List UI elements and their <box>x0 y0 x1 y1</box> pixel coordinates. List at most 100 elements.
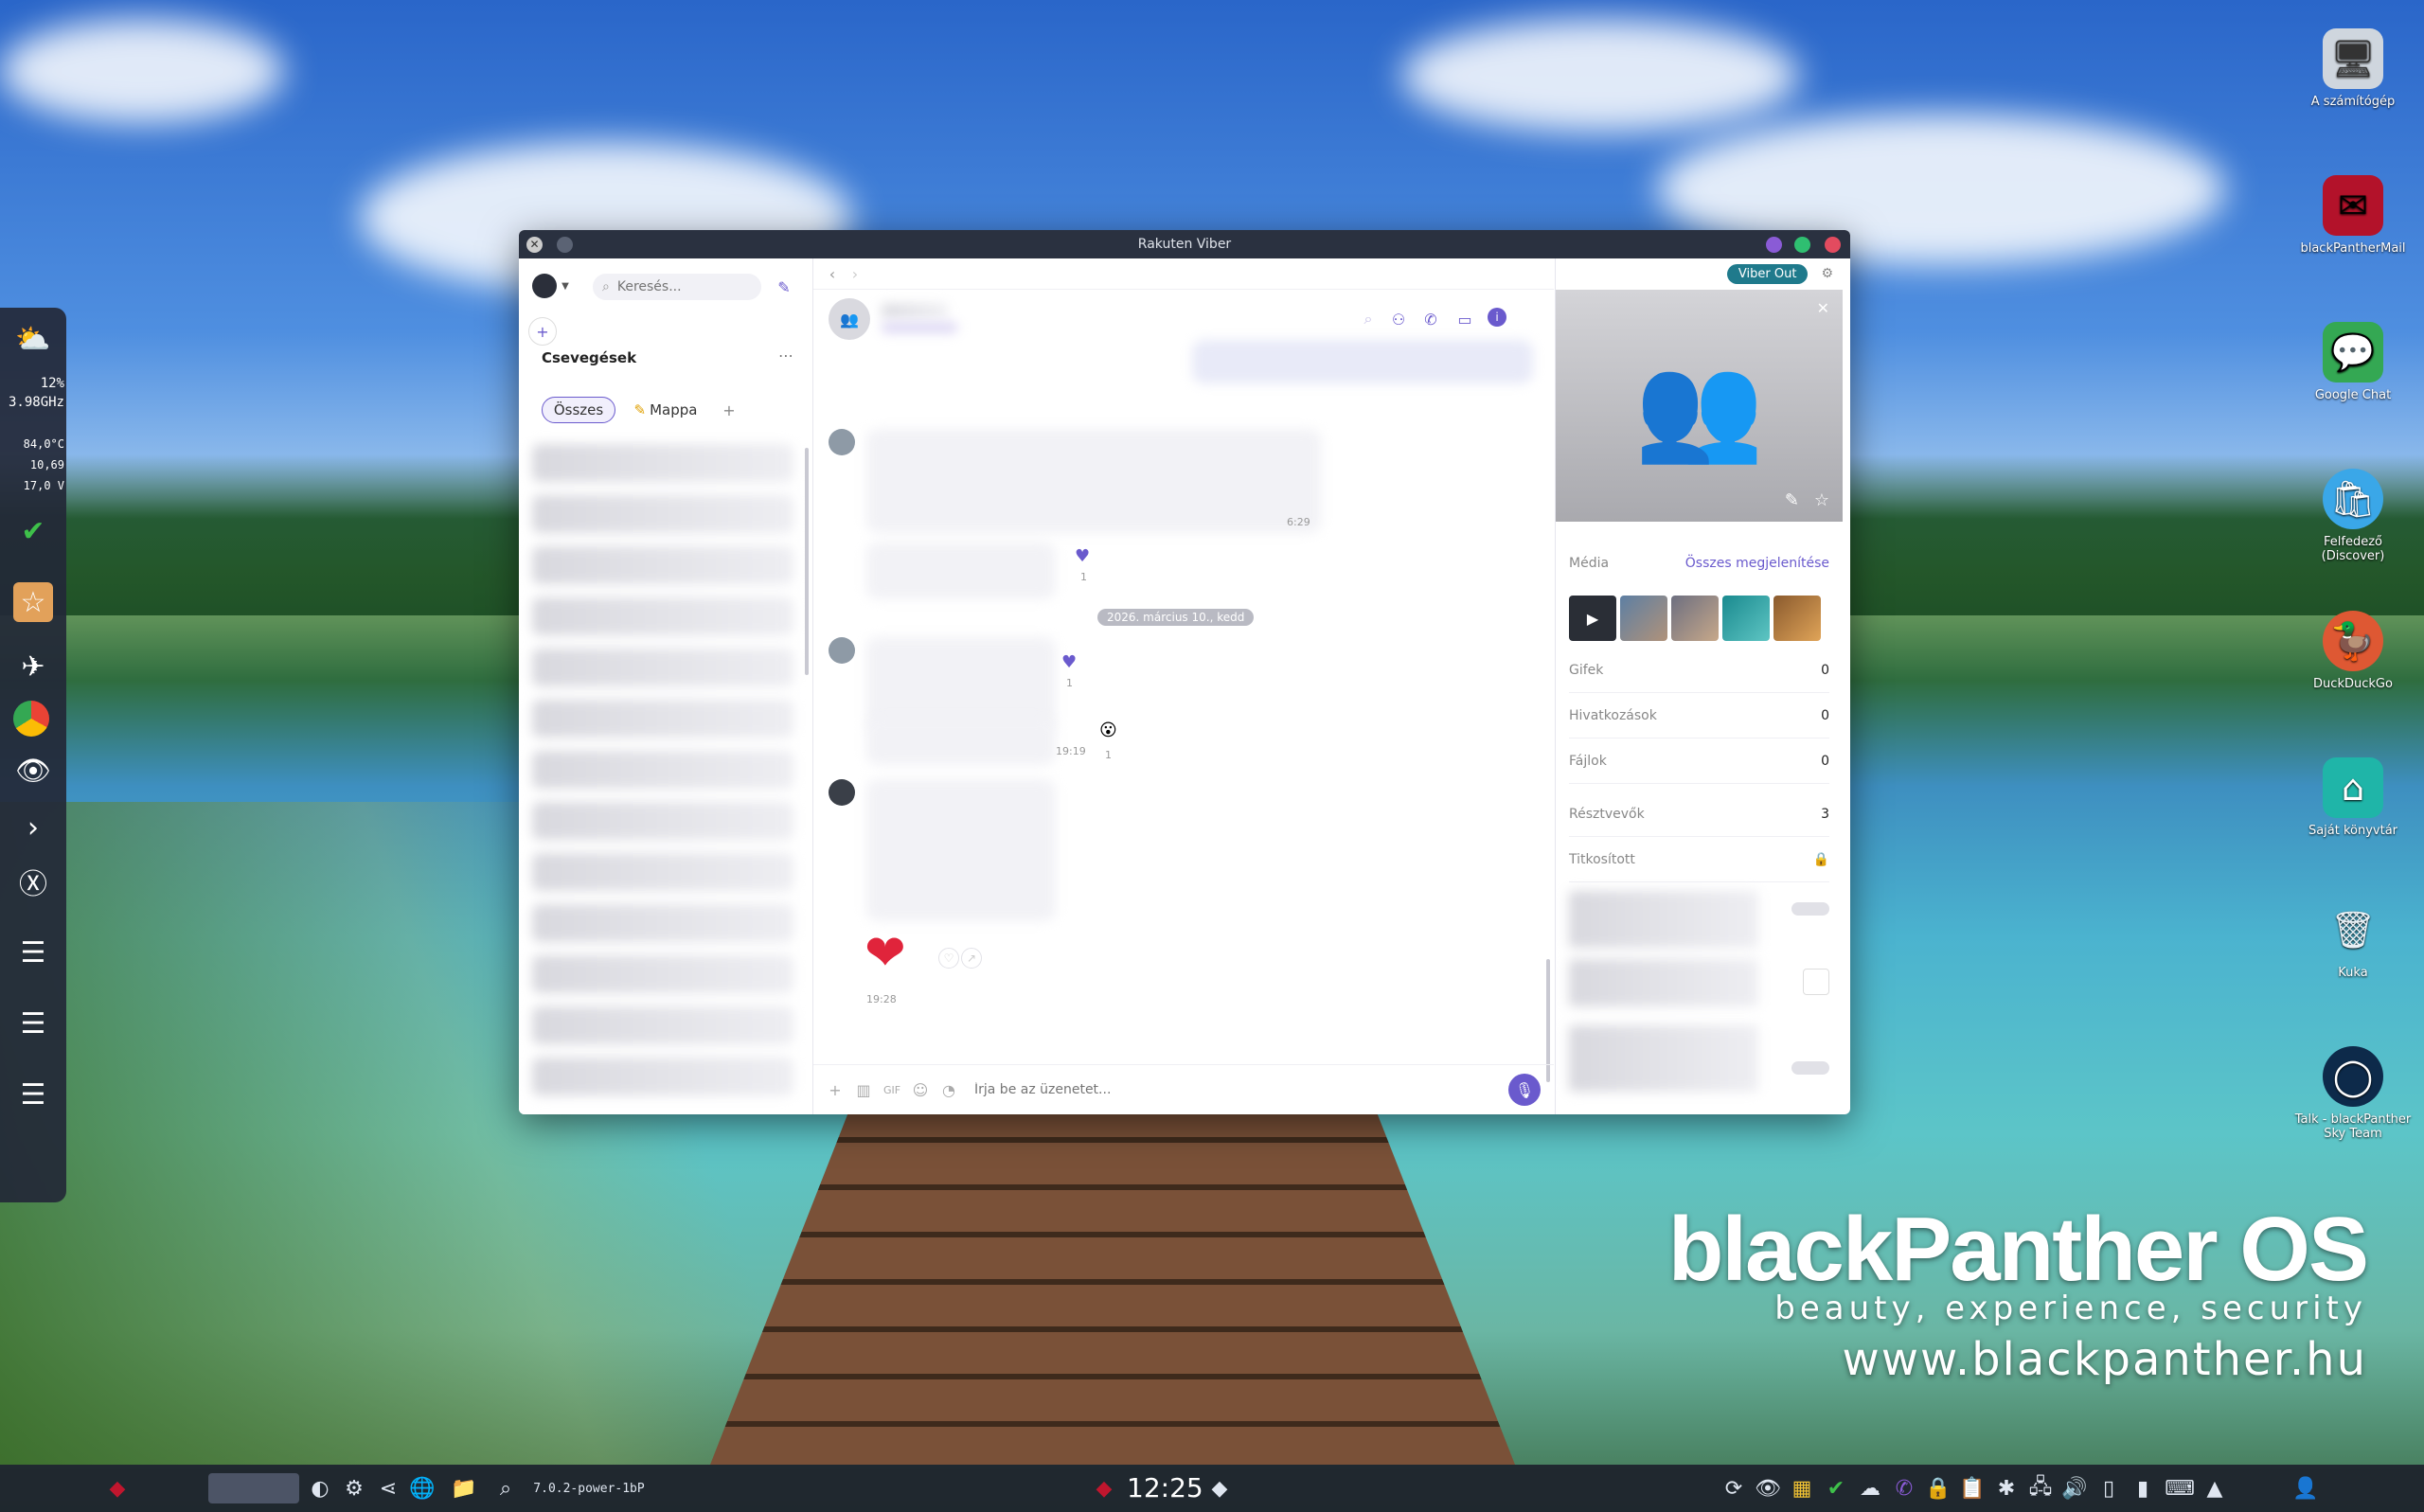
list-item[interactable] <box>532 1058 793 1095</box>
device-icon[interactable]: ▯ <box>2094 1473 2123 1503</box>
forward-icon[interactable]: › <box>846 264 864 283</box>
bluetooth-icon[interactable]: ✱ <box>1992 1473 2021 1503</box>
list-item[interactable] <box>532 1006 793 1044</box>
star-icon[interactable]: ☆ <box>1814 490 1829 510</box>
globe-icon[interactable]: 🌐 <box>407 1473 437 1503</box>
heart-sticker[interactable]: ❤ <box>864 925 906 982</box>
desktop-icon-google-chat[interactable]: 💬 Google Chat <box>2291 322 2415 402</box>
back-icon[interactable]: ‹ <box>823 264 842 283</box>
chrome-icon[interactable] <box>13 701 49 737</box>
message-bubble[interactable] <box>866 429 1321 533</box>
scrollbar[interactable] <box>805 448 809 675</box>
user-icon[interactable]: 👤 <box>2291 1473 2320 1503</box>
list-item[interactable] <box>532 904 793 942</box>
eye-icon[interactable]: 👁 <box>13 751 53 791</box>
react-icon[interactable]: ♡ <box>938 948 959 969</box>
message-bubble[interactable] <box>866 779 1056 921</box>
heart-reaction-icon[interactable]: ♥ <box>1061 652 1077 672</box>
windows-app-icon[interactable]: ▦ <box>1788 1473 1816 1503</box>
plane-icon[interactable]: ✈ <box>13 647 53 686</box>
list-widget-icon[interactable]: ☰ <box>13 1075 53 1114</box>
attach-plus-icon[interactable]: + <box>821 1081 849 1099</box>
list-item[interactable] <box>532 444 793 482</box>
list-item[interactable] <box>532 955 793 993</box>
video-call-icon[interactable]: ▭ <box>1453 308 1476 330</box>
list-item[interactable] <box>532 751 793 789</box>
chevron-down-icon[interactable]: ▼ <box>559 276 572 296</box>
phone-icon[interactable]: ✆ <box>1419 308 1442 330</box>
timer-icon[interactable]: ◔ <box>935 1081 963 1099</box>
photo-thumbnail[interactable] <box>1773 596 1821 641</box>
desktop-icon-talk[interactable]: ◯ Talk - blackPanther Sky Team <box>2291 1046 2415 1141</box>
desktop-icon-trash[interactable]: 🗑 Kuka <box>2291 899 2415 981</box>
chat-name[interactable] <box>882 304 948 317</box>
tray-expand-icon[interactable]: ▲ <box>2201 1473 2229 1503</box>
clock[interactable]: 12:25 <box>1127 1472 1203 1503</box>
gear-icon[interactable]: ⚙ <box>1821 266 1833 281</box>
message-bubble[interactable] <box>866 543 1056 599</box>
minimize-button[interactable] <box>1766 237 1782 253</box>
share-icon[interactable]: ⋖ <box>373 1473 403 1503</box>
sticker-icon[interactable]: ☺ <box>906 1081 935 1099</box>
group-avatar[interactable]: 👥 <box>829 298 870 340</box>
avatar[interactable] <box>829 637 855 664</box>
shield-icon[interactable]: ✔ <box>13 511 53 551</box>
info-row-gifs[interactable]: Gifek 0 <box>1569 649 1829 693</box>
add-icon[interactable]: + <box>528 317 557 346</box>
search-icon[interactable]: ⌕ <box>490 1473 521 1503</box>
power-profile[interactable]: 7.0.2-power-1bP <box>523 1473 655 1503</box>
close-button[interactable] <box>1825 237 1841 253</box>
sync-icon[interactable]: ⟳ <box>1720 1473 1748 1503</box>
list-item[interactable] <box>532 546 793 584</box>
shield-icon[interactable]: ✔ <box>1822 1473 1850 1503</box>
info-row-files[interactable]: Fájlok 0 <box>1569 739 1829 784</box>
desktop-icon-home[interactable]: ⌂ Saját könyvtár <box>2291 757 2415 838</box>
virtual-desktop-pager[interactable] <box>208 1473 299 1503</box>
lock-icon[interactable]: 🔒 <box>1924 1473 1952 1503</box>
toggle-switch[interactable] <box>1791 902 1829 916</box>
add-filter-icon[interactable]: + <box>718 399 740 421</box>
microphone-icon[interactable]: 🎙 <box>1508 1074 1541 1106</box>
battery-icon[interactable]: ▮ <box>2129 1473 2157 1503</box>
list-widget-icon[interactable]: ☰ <box>13 1004 53 1043</box>
photo-thumbnail[interactable] <box>1722 596 1770 641</box>
desktop-icon-duckduckgo[interactable]: 🦆 DuckDuckGo <box>2291 611 2415 691</box>
message-input[interactable] <box>972 1081 1508 1098</box>
compose-icon[interactable]: ✎ <box>771 274 797 300</box>
terminal-icon[interactable]: › <box>13 808 53 847</box>
weather-icon[interactable]: ⛅ <box>13 319 53 359</box>
surprised-reaction-icon[interactable]: 😮 <box>1099 720 1117 740</box>
folder-icon[interactable]: ☆ <box>13 582 53 622</box>
add-participant-icon[interactable]: ⚇ <box>1387 308 1410 330</box>
x-app-icon[interactable]: Ⓧ <box>13 862 53 901</box>
message-bubble-outgoing[interactable] <box>1192 340 1533 383</box>
edit-icon[interactable]: ✎ <box>1785 490 1799 510</box>
search-input[interactable] <box>615 278 742 295</box>
video-thumbnail[interactable]: ▶ <box>1569 596 1616 641</box>
desktop-icon-discover[interactable]: 🛍 Felfedező (Discover) <box>2291 469 2415 563</box>
search-icon[interactable]: ⌕ <box>1357 308 1380 330</box>
volume-icon[interactable]: 🔊 <box>2060 1473 2089 1503</box>
poll-icon[interactable]: ▥ <box>849 1081 878 1099</box>
eye-icon[interactable]: 👁 <box>1754 1473 1782 1503</box>
heart-reaction-icon[interactable]: ♥ <box>1075 546 1090 566</box>
panther-menu-icon[interactable]: ◆ <box>98 1473 136 1503</box>
photo-thumbnail[interactable] <box>1671 596 1719 641</box>
toggle-switch[interactable] <box>1791 1061 1829 1075</box>
show-all-media-link[interactable]: Összes megjelenítése <box>1685 556 1829 571</box>
list-item[interactable] <box>532 700 793 738</box>
filter-folder-tab[interactable]: ✎ Mappa <box>625 397 706 423</box>
close-icon[interactable]: ✕ <box>1817 299 1829 317</box>
list-item[interactable] <box>532 597 793 635</box>
message-bubble[interactable] <box>866 718 1056 765</box>
avatar[interactable] <box>532 274 557 298</box>
info-row-links[interactable]: Hivatkozások 0 <box>1569 694 1829 738</box>
list-item[interactable] <box>532 495 793 533</box>
desktop-icon-computer[interactable]: 🖥 A számítógép <box>2291 28 2415 109</box>
filter-all-tab[interactable]: Összes <box>542 397 615 423</box>
search-box[interactable]: ⌕ <box>593 274 761 300</box>
maximize-button[interactable] <box>1794 237 1810 253</box>
app-switcher-icon[interactable]: ◐ <box>305 1473 335 1503</box>
clipboard-icon[interactable]: 📋 <box>1958 1473 1987 1503</box>
avatar[interactable] <box>829 779 855 806</box>
